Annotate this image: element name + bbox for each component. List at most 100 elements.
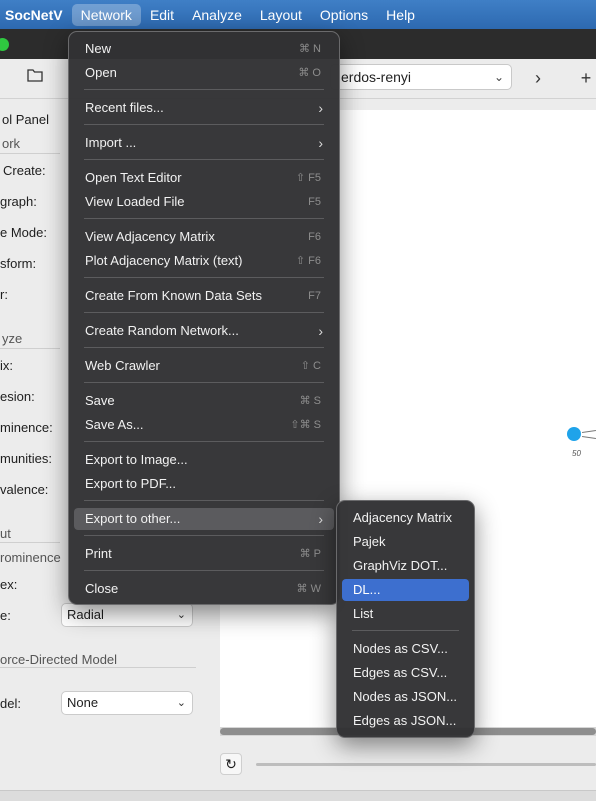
menu-item-view-loaded-file[interactable]: View Loaded File F5 — [74, 191, 334, 213]
submenu-item-adjacency-matrix[interactable]: Adjacency Matrix — [342, 507, 469, 529]
submenu-item-dl[interactable]: DL... — [342, 579, 469, 601]
submenu-item-graphviz-dot[interactable]: GraphViz DOT... — [342, 555, 469, 577]
menu-item-label: Save — [85, 393, 115, 408]
status-bar — [0, 790, 596, 801]
menu-separator — [84, 159, 324, 160]
menu-options[interactable]: Options — [311, 4, 377, 26]
menu-separator — [84, 218, 324, 219]
shortcut-label: ⌘ S — [299, 395, 321, 407]
menu-item-plot-adjacency-matrix[interactable]: Plot Adjacency Matrix (text) ⇧ F6 — [74, 250, 334, 272]
submenu-item-edges-csv[interactable]: Edges as CSV... — [342, 662, 469, 684]
menu-item-export-image[interactable]: Export to Image... — [74, 449, 334, 471]
menu-item-open[interactable]: Open ⌘ O — [74, 62, 334, 84]
graph-node[interactable] — [567, 427, 581, 441]
submenu-item-list[interactable]: List — [342, 603, 469, 625]
communities-label: munities: — [0, 451, 53, 466]
shortcut-label: ⌘ W — [296, 583, 321, 595]
menu-analyze[interactable]: Analyze — [183, 4, 251, 26]
shortcut-label: ⇧ F6 — [295, 255, 321, 267]
menu-separator — [352, 630, 459, 631]
shortcut-label: ⇧ F5 — [295, 172, 321, 184]
force-directed-header: orce-Directed Model — [0, 652, 118, 667]
menu-item-import[interactable]: Import ... › — [74, 132, 334, 154]
menu-item-close[interactable]: Close ⌘ W — [74, 578, 334, 600]
dataset-select-value: erdos-renyi — [341, 69, 412, 85]
menu-item-label: Save As... — [85, 417, 144, 432]
rotate-icon[interactable]: ↻ — [220, 753, 242, 775]
network-section-header: ork — [2, 136, 21, 151]
divider — [0, 153, 60, 154]
transform-label: sform: — [0, 256, 37, 271]
layout-type-select[interactable]: Radial ⌄ — [61, 603, 193, 627]
divider — [0, 348, 60, 349]
divider — [0, 542, 60, 543]
equivalence-label: valence: — [0, 482, 49, 497]
menu-item-recent-files[interactable]: Recent files... › — [74, 97, 334, 119]
chevron-right-icon: › — [318, 135, 323, 151]
menu-item-export-other[interactable]: Export to other... › — [74, 508, 334, 530]
prominence-label: minence: — [0, 420, 53, 435]
shortcut-label: ⇧⌘ S — [290, 419, 321, 431]
menu-item-web-crawler[interactable]: Web Crawler ⇧ C — [74, 355, 334, 377]
menu-item-label: Open Text Editor — [85, 170, 182, 185]
submenu-item-nodes-csv[interactable]: Nodes as CSV... — [342, 638, 469, 660]
submenu-item-edges-json[interactable]: Edges as JSON... — [342, 710, 469, 732]
chevron-down-icon: ⌄ — [493, 70, 504, 84]
menu-item-label: Export to other... — [85, 511, 181, 526]
menu-item-label: Create From Known Data Sets — [85, 288, 263, 303]
menu-layout[interactable]: Layout — [251, 4, 311, 26]
menu-item-label: Web Crawler — [85, 358, 160, 373]
force-model-value: None — [67, 695, 99, 710]
menu-item-save[interactable]: Save ⌘ S — [74, 390, 334, 412]
app-menu-socnetv[interactable]: SocNetV — [0, 4, 72, 26]
export-submenu: Adjacency Matrix Pajek GraphViz DOT... D… — [336, 500, 475, 738]
zoom-slider[interactable] — [256, 763, 596, 766]
dataset-select[interactable]: erdos-renyi ⌄ — [330, 64, 512, 90]
menu-separator — [84, 347, 324, 348]
menu-item-new[interactable]: New ⌘ N — [74, 38, 334, 60]
menu-item-print[interactable]: Print ⌘ P — [74, 543, 334, 565]
chevron-right-icon: › — [318, 323, 323, 339]
menu-separator — [84, 535, 324, 536]
menu-item-open-text-editor[interactable]: Open Text Editor ⇧ F5 — [74, 167, 334, 189]
menu-network[interactable]: Network — [71, 3, 141, 26]
menu-separator — [84, 570, 324, 571]
menu-item-create-random-network[interactable]: Create Random Network... › — [74, 320, 334, 342]
menu-item-label: View Loaded File — [85, 194, 185, 209]
menu-item-view-adjacency-matrix[interactable]: View Adjacency Matrix F6 — [74, 226, 334, 248]
cohesion-label: esion: — [0, 389, 35, 404]
menu-item-label: Print — [85, 546, 112, 561]
menu-item-label: Export to Image... — [85, 452, 188, 467]
menu-item-label: Import ... — [85, 135, 137, 150]
menu-separator — [84, 441, 324, 442]
shortcut-label: F5 — [308, 196, 321, 208]
submenu-item-pajek[interactable]: Pajek — [342, 531, 469, 553]
next-icon[interactable]: › — [528, 68, 548, 88]
menu-item-create-known-datasets[interactable]: Create From Known Data Sets F7 — [74, 285, 334, 307]
divider — [0, 667, 196, 668]
chevron-right-icon: › — [318, 511, 323, 527]
index-label: ex: — [0, 577, 18, 592]
add-icon[interactable]: + — [576, 68, 596, 88]
menu-bar: SocNetV Network Edit Analyze Layout Opti… — [0, 0, 596, 29]
menu-item-label: Close — [85, 581, 119, 596]
menu-item-save-as[interactable]: Save As... ⇧⌘ S — [74, 414, 334, 436]
force-model-select[interactable]: None ⌄ — [61, 691, 193, 715]
zoom-window-button[interactable] — [0, 38, 9, 51]
shortcut-label: ⇧ C — [300, 360, 321, 372]
menu-separator — [84, 89, 324, 90]
shortcut-label: ⌘ O — [298, 67, 321, 79]
analyze-section-header: yze — [2, 331, 23, 346]
submenu-item-nodes-json[interactable]: Nodes as JSON... — [342, 686, 469, 708]
layout-section-header: ut — [0, 526, 11, 541]
menu-separator — [84, 312, 324, 313]
menu-separator — [84, 277, 324, 278]
menu-help[interactable]: Help — [377, 4, 424, 26]
menu-item-label: New — [85, 41, 112, 56]
model-label: del: — [0, 696, 21, 711]
folder-icon[interactable] — [25, 68, 45, 88]
menu-edit[interactable]: Edit — [141, 4, 183, 26]
menu-item-export-pdf[interactable]: Export to PDF... — [74, 473, 334, 495]
create-label: Create: — [3, 163, 46, 178]
matrix-label: ix: — [0, 358, 13, 373]
